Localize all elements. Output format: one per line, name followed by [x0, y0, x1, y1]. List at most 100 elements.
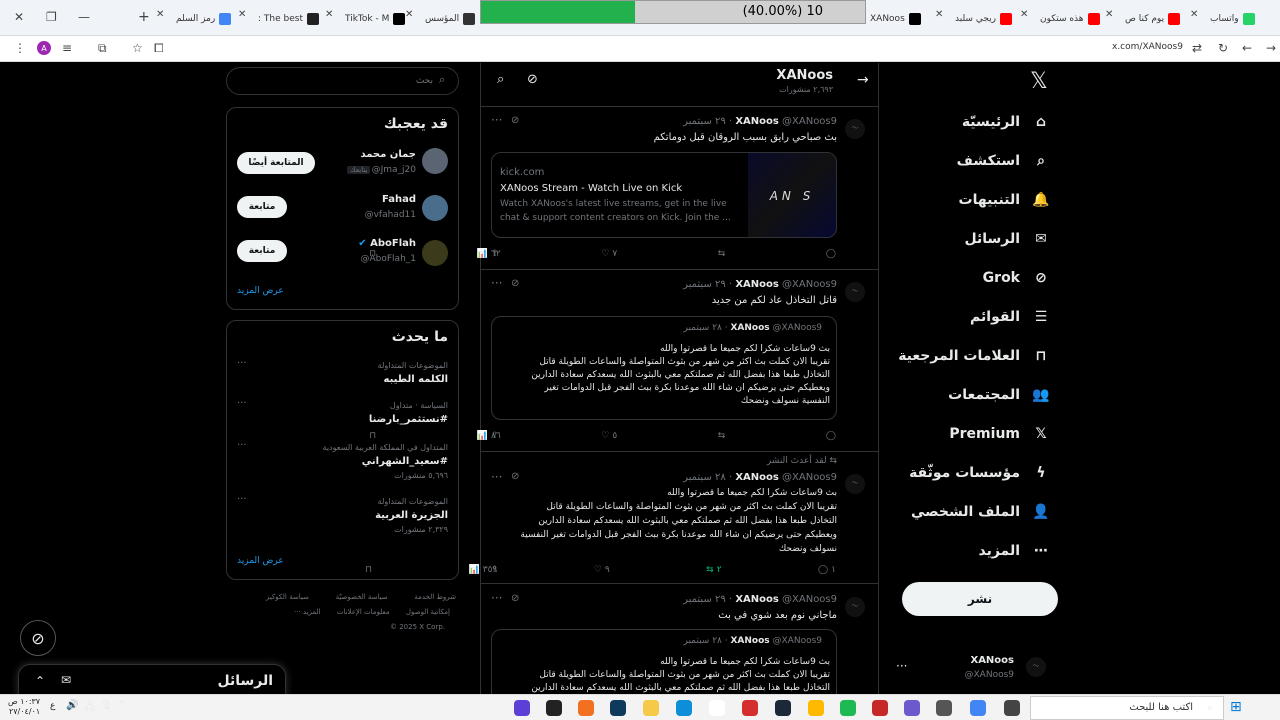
- trend-more-icon[interactable]: ···: [237, 440, 247, 451]
- views-stat[interactable]: 📊 ٦٢: [477, 249, 501, 259]
- app-icon[interactable]: [904, 700, 920, 716]
- nav-item[interactable]: 👤 الملف الشخصي: [911, 497, 1050, 527]
- ads-info-link[interactable]: معلومات الإعلانات: [337, 608, 390, 616]
- tweet-more-icon[interactable]: ···: [491, 591, 502, 605]
- app-icon[interactable]: [643, 700, 659, 716]
- nav-item[interactable]: ⊓ العلامات المرجعية: [898, 341, 1050, 371]
- extensions-icon[interactable]: ⧉: [98, 41, 107, 56]
- task-view-icon[interactable]: [1004, 700, 1020, 716]
- browser-tab[interactable]: يوم كنا ص: [1125, 8, 1197, 30]
- bookmark-star-icon[interactable]: ☆: [132, 41, 143, 55]
- playlist-icon[interactable]: ≡: [62, 41, 72, 55]
- steam-icon[interactable]: [775, 700, 791, 716]
- browser-tab[interactable]: ريجي سلبد: [955, 8, 1027, 30]
- restore-window-icon[interactable]: ❐: [46, 10, 57, 24]
- menu-icon[interactable]: ⋮: [14, 41, 26, 55]
- link-card[interactable]: AN S kick.com XANoos Stream - Watch Live…: [491, 152, 837, 238]
- trend-more-icon[interactable]: ···: [237, 398, 247, 409]
- nav-item[interactable]: 👥 المجتمعات: [948, 380, 1050, 410]
- tweet[interactable]: ᵔᵕ ··· ⊘ XANoos @XANoos9 · ٢٩ سبتمبر قات…: [369, 270, 879, 452]
- trend-more-icon[interactable]: ···: [237, 358, 247, 369]
- browser-tab[interactable]: The best :: [258, 8, 330, 30]
- microphone-icon[interactable]: 🎙: [100, 700, 113, 711]
- collapse-drawer-icon[interactable]: ⌃: [35, 674, 45, 688]
- app-icon[interactable]: [610, 700, 626, 716]
- profile-avatar[interactable]: A: [37, 41, 51, 55]
- close-tab-icon[interactable]: ✕: [1190, 9, 1198, 20]
- volume-icon[interactable]: 🔊: [66, 700, 78, 711]
- user-avatar[interactable]: [422, 195, 448, 221]
- show-more-link[interactable]: عرض المزيد: [237, 286, 284, 296]
- cookies-link[interactable]: سياسة الكوكيز: [266, 593, 309, 601]
- like-stat[interactable]: ♡ ٧: [601, 249, 617, 259]
- x-logo-icon[interactable]: 𝕏: [1030, 69, 1048, 94]
- install-app-icon[interactable]: ⧠: [154, 41, 164, 56]
- tweet-more-icon[interactable]: ···: [491, 470, 502, 484]
- reply-icon[interactable]: ◯: [826, 249, 836, 259]
- network-icon[interactable]: 🖧: [84, 700, 95, 717]
- user-avatar[interactable]: [422, 148, 448, 174]
- tweet[interactable]: ⇆ لقد أعدتَ النشر ᵔᵕ ··· ⊘ XANoos @XANoo…: [365, 452, 879, 584]
- tweet-more-icon[interactable]: ···: [491, 113, 502, 127]
- close-window-icon[interactable]: ✕: [14, 10, 24, 24]
- follow-button[interactable]: متابعة: [237, 240, 287, 262]
- show-more-trends-link[interactable]: عرض المزيد: [237, 556, 284, 566]
- chrome-icon[interactable]: [970, 700, 986, 716]
- edge-icon[interactable]: [676, 700, 692, 716]
- tray-overflow-icon[interactable]: ⌃: [117, 700, 125, 711]
- nav-item[interactable]: ☰ القوائم: [970, 302, 1050, 332]
- browser-tab[interactable]: هذه ستكون: [1040, 8, 1112, 30]
- app-icon[interactable]: [546, 700, 562, 716]
- grok-tweet-icon[interactable]: ⊘: [511, 278, 519, 289]
- close-tab-icon[interactable]: ✕: [156, 9, 164, 20]
- accessibility-link[interactable]: إمكانية الوصول: [406, 608, 450, 616]
- nav-item[interactable]: ⋯ المزيد: [979, 536, 1051, 566]
- app-icon[interactable]: [872, 700, 888, 716]
- file-explorer-icon[interactable]: [808, 700, 824, 716]
- tweet-more-icon[interactable]: ···: [491, 276, 502, 290]
- close-tab-icon[interactable]: ✕: [1105, 9, 1113, 20]
- like-stat[interactable]: ♡ ٥: [601, 431, 617, 441]
- new-message-icon[interactable]: ✉: [61, 673, 71, 687]
- clock[interactable]: ١٠:٣٧ ص ٢٧/٠٤/٠١: [8, 697, 40, 717]
- nav-item[interactable]: ✉ الرسائل: [964, 224, 1050, 254]
- grok-floating-button[interactable]: ⊘: [20, 620, 56, 656]
- close-tab-icon[interactable]: ✕: [1020, 9, 1028, 20]
- post-button[interactable]: نشر: [902, 582, 1058, 616]
- user-name[interactable]: ✔ AboFlah: [358, 238, 416, 249]
- reply-stat[interactable]: ◯ ١: [818, 565, 836, 575]
- views-stat[interactable]: 📊 ٣٥٩: [469, 565, 498, 575]
- messages-drawer[interactable]: ⌃ ✉ الرسائل: [18, 664, 286, 694]
- reload-icon[interactable]: ↻: [1218, 41, 1228, 55]
- user-name[interactable]: جمان محمد: [360, 149, 416, 160]
- app-icon[interactable]: [742, 700, 758, 716]
- nav-item[interactable]: ⌂ الرئيسيّة: [962, 107, 1050, 137]
- windows-start-icon[interactable]: ⊞: [1230, 699, 1242, 715]
- taskbar-search[interactable]: ⌕ اكتب هنا للبحث: [1030, 696, 1224, 720]
- grok-tweet-icon[interactable]: ⊘: [511, 115, 519, 126]
- views-stat[interactable]: 📊 ٨٦: [477, 431, 501, 441]
- grok-tweet-icon[interactable]: ⊘: [511, 471, 519, 482]
- back-icon[interactable]: →: [1266, 41, 1276, 55]
- grok-icon[interactable]: ⊘: [527, 72, 538, 87]
- quoted-tweet[interactable]: XANoos @XANoos9 · ٢٨ سبتمبر بث 9ساعات شك…: [491, 629, 837, 694]
- search-input[interactable]: [237, 72, 433, 90]
- url-text[interactable]: x.com/XANoos9: [1112, 42, 1183, 52]
- browser-tab[interactable]: واتساب: [1210, 8, 1280, 30]
- account-more-icon[interactable]: ···: [896, 659, 907, 673]
- tweet[interactable]: ᵔᵕ ··· ⊘ XANoos @XANoos9 · ٢٩ سبتمبر ماج…: [481, 585, 879, 694]
- close-tab-icon[interactable]: ✕: [935, 9, 943, 20]
- user-avatar[interactable]: [422, 240, 448, 266]
- nav-item[interactable]: 𝕏 Premium: [949, 419, 1050, 449]
- like-stat[interactable]: ♡ ٩: [594, 565, 610, 575]
- browser-tab[interactable]: XANoos: [870, 8, 942, 30]
- close-tab-icon[interactable]: ✕: [238, 9, 246, 20]
- nav-item[interactable]: ⌕ استكشف: [957, 146, 1050, 176]
- tweet[interactable]: ᵔᵕ ··· ⊘ XANoos @XANoos9 · ٢٩ سبتمبر بث …: [369, 107, 879, 270]
- reply-icon[interactable]: ◯: [826, 431, 836, 441]
- app-icon[interactable]: [578, 700, 594, 716]
- close-tab-icon[interactable]: ✕: [405, 9, 413, 20]
- footer-more-link[interactable]: ··· المزيد: [294, 608, 321, 616]
- follow-button[interactable]: متابعة: [237, 196, 287, 218]
- nav-item[interactable]: ⊘ Grok: [983, 263, 1050, 293]
